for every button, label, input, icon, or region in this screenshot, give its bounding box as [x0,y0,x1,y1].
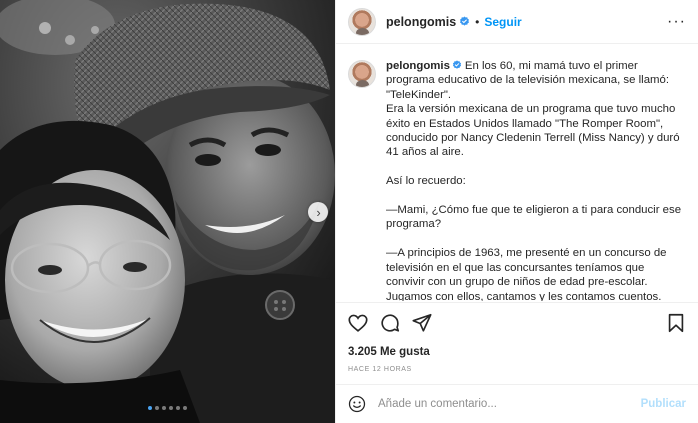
carousel-dot [155,406,159,410]
carousel-dot [183,406,187,410]
like-count[interactable]: 3.205 Me gusta [348,346,430,358]
comment-input[interactable] [378,398,628,410]
publish-button[interactable]: Publicar [641,398,686,410]
caption-avatar[interactable] [348,60,376,88]
more-options-button[interactable]: ··· [667,13,686,31]
carousel-next-button[interactable]: › [308,202,328,222]
carousel-dot [148,406,152,410]
separator-dot: • [475,14,480,29]
caption-username[interactable]: pelongomis [386,60,450,72]
post-timestamp[interactable]: HACE 12 HORAS [348,366,412,373]
emoji-icon[interactable] [348,395,366,413]
chevron-right-icon: › [316,204,321,220]
caption-text-block: pelongomis En los 60, mi mamá tuvo el pri… [386,59,686,301]
carousel-dot [162,406,166,410]
post-header: pelongomis • Seguir ··· [336,0,698,44]
caption-text: En los 60, mi mamá tuvo el primer progra… [386,60,682,301]
bookmark-icon[interactable] [665,312,687,334]
carousel-dot [176,406,180,410]
caption-section: pelongomis En los 60, mi mamá tuvo el pri… [336,45,698,301]
comment-icon[interactable] [379,312,401,334]
verified-badge-icon [460,16,470,26]
action-bar [336,302,698,342]
follow-button[interactable]: Seguir [484,15,521,29]
post-panel: pelongomis • Seguir ··· pelongomis En los… [335,0,698,423]
carousel-indicator [0,406,335,410]
share-icon[interactable] [411,312,433,334]
photo-image [0,0,335,423]
heart-icon[interactable] [347,312,369,334]
avatar[interactable] [348,7,376,36]
post-photo[interactable]: › [0,0,335,423]
comment-bar: Publicar [336,384,698,423]
username-link[interactable]: pelongomis [386,15,456,29]
verified-badge-icon [452,60,462,69]
carousel-dot [169,406,173,410]
